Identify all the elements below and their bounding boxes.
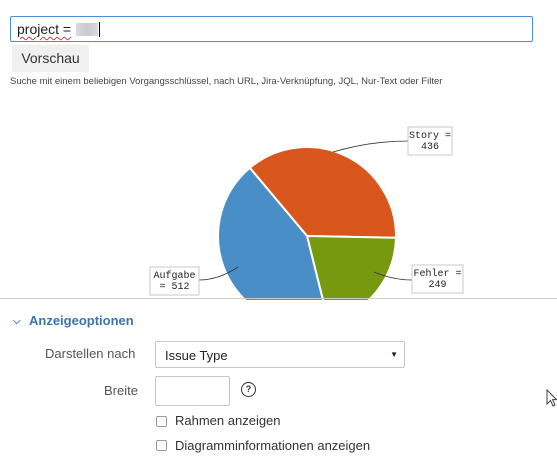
width-label: Breite [104,383,138,398]
jql-query-input[interactable]: project = [10,16,533,42]
pie-label-fehler: Fehler =249 [411,264,464,294]
display-by-select[interactable]: Issue Type ▼ [155,341,405,368]
mouse-pointer-icon [546,389,557,407]
display-options-title: Anzeigeoptionen [29,313,134,328]
pie-label-story: Story =436 [407,126,453,156]
pie-label-fehler-line-1: Fehler = [413,268,461,280]
double-chevron-down-icon: ⌵ [13,316,21,327]
pie-label-aufgabe-line-1: Aufgabe [153,270,195,282]
show-border-checkbox[interactable] [156,416,167,427]
redacted-value-block [76,23,99,36]
display-options-toggle[interactable]: ⌵ Anzeigeoptionen [13,313,134,328]
help-icon[interactable]: ? [241,382,256,397]
pie-label-fehler-line-2: 249 [428,280,446,291]
text-caret [99,22,101,37]
pie-label-story-line-1: Story = [409,131,451,142]
dropdown-arrow-icon: ▼ [390,350,398,359]
show-border-label: Rahmen anzeigen [175,413,281,428]
display-by-label: Darstellen nach [45,346,136,361]
pie-label-story-line-2: 436 [421,142,439,153]
show-info-label: Diagramminformationen anzeigen [175,438,371,453]
show-info-checkbox[interactable] [156,440,167,451]
pie-label-aufgabe: Aufgabe= 512 [149,266,200,296]
search-help-text: Suche mit einem beliebigen Vorgangsschlü… [10,76,443,87]
query-text: project = [17,21,72,37]
section-divider [0,298,557,299]
width-input[interactable] [155,376,230,406]
preview-button[interactable]: Vorschau [12,45,89,72]
pie-label-aufgabe-line-2: = 512 [159,282,189,293]
pie-chart-svg: Story =436 Fehler =249 Aufgabe= 512 [149,126,464,300]
pie-chart: Story = 436 Fehler = 249 Aufgabe = 512 [0,90,557,300]
pie-label-story-leader [332,140,409,153]
display-by-value: Issue Type [165,348,228,363]
macro-editor-page: project = Vorschau Suche mit einem belie… [0,0,557,469]
